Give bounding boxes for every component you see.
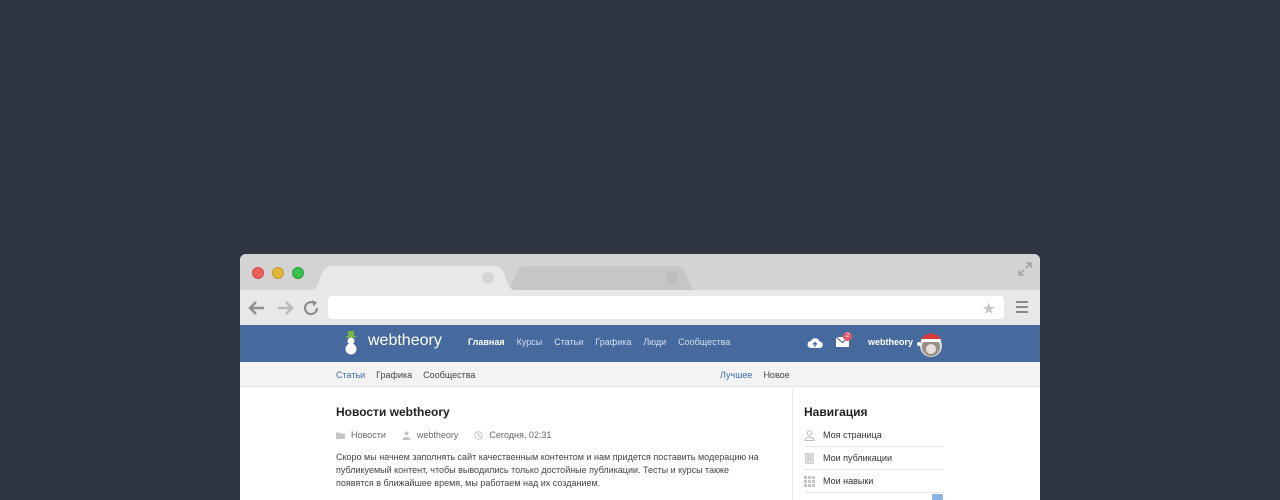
post-author-label: webtheory [416,430,459,440]
sidebar-item-label: Моя страница [823,430,882,440]
browser-menu-icon[interactable] [1016,301,1028,313]
back-icon[interactable] [248,299,266,317]
sidebar-scroll-indicator[interactable] [932,494,943,500]
sort-new[interactable]: Новое [763,370,789,380]
user-avatar[interactable] [916,330,944,358]
bookmark-star-icon[interactable]: ★ [982,299,996,319]
subnav-sort: Лучшее Новое [720,370,801,380]
sidebar-item-my-publications[interactable]: Мои публикации [804,447,944,470]
reload-icon[interactable] [302,299,320,317]
post-body: Скоро мы начнем заполнять сайт качествен… [336,452,759,488]
browser-titlebar [240,254,1040,290]
nav-item-graphics[interactable]: Графика [595,337,631,347]
post-date: Сегодня, 02:31 [474,430,551,440]
main-content: Новости webtheory Новости webtheory Сего… [240,388,1040,500]
document-icon [805,452,814,464]
tab-close-icon[interactable] [482,272,494,284]
post-meta: Новости webtheory Сегодня, 02:31 [336,430,567,440]
browser-toolbar: ★ [240,290,1040,325]
main-nav: Главная Курсы Статьи Графика Люди Сообще… [468,337,742,347]
post-category-label: Новости [351,430,386,440]
nav-item-courses[interactable]: Курсы [517,337,543,347]
sidebar-item-my-skills[interactable]: Мои навыки [804,470,944,493]
subnav-item-articles[interactable]: Статьи [336,370,365,380]
cloud-upload-icon[interactable] [807,336,823,350]
clock-icon [474,430,484,440]
snowman-logo-icon[interactable] [344,331,358,355]
address-bar[interactable]: ★ [328,296,1004,319]
minimize-window-button[interactable] [272,267,284,279]
sidebar-item-my-page[interactable]: Моя страница [804,424,944,447]
sub-navigation: Статьи Графика Сообщества Лучшее Новое [240,362,1040,387]
sidebar-item-label: Мои публикации [823,453,892,463]
user-icon [402,431,411,440]
forward-icon[interactable] [276,299,294,317]
post-author[interactable]: webtheory [402,430,459,440]
browser-tab-active[interactable] [312,266,514,290]
site-brand[interactable]: webtheory [368,332,442,350]
maximize-window-button[interactable] [292,267,304,279]
fullscreen-icon[interactable] [1018,262,1032,276]
sidebar-item-label: Мои навыки [823,476,874,486]
sidebar-title: Навигация [804,405,868,419]
close-window-button[interactable] [252,267,264,279]
user-icon [804,429,815,441]
user-name[interactable]: webtheory [868,337,913,347]
post-date-label: Сегодня, 02:31 [489,430,552,440]
post-title[interactable]: Новости webtheory [336,405,450,419]
tab-close-icon[interactable] [666,272,678,284]
nav-item-people[interactable]: Люди [643,337,666,347]
browser-window: ★ webtheory Главная Курсы Статьи Графика… [240,254,1040,500]
subnav-item-communities[interactable]: Сообщества [423,370,475,380]
nav-item-articles[interactable]: Статьи [554,337,583,347]
folder-icon [336,432,345,439]
post-category[interactable]: Новости [336,430,386,440]
nav-item-home[interactable]: Главная [468,337,505,347]
subnav-item-graphics[interactable]: Графика [376,370,412,380]
site-navbar: webtheory Главная Курсы Статьи Графика Л… [240,325,1040,362]
sidebar-nav-list: Моя страница Мои публикации Мои навыки [804,424,944,493]
sort-best[interactable]: Лучшее [720,370,752,380]
grid-icon [804,475,815,487]
nav-item-communities[interactable]: Сообщества [678,337,730,347]
browser-tab-2[interactable] [506,266,696,290]
mail-badge: 2 [843,332,852,341]
subnav-sections: Статьи Графика Сообщества [336,370,486,380]
